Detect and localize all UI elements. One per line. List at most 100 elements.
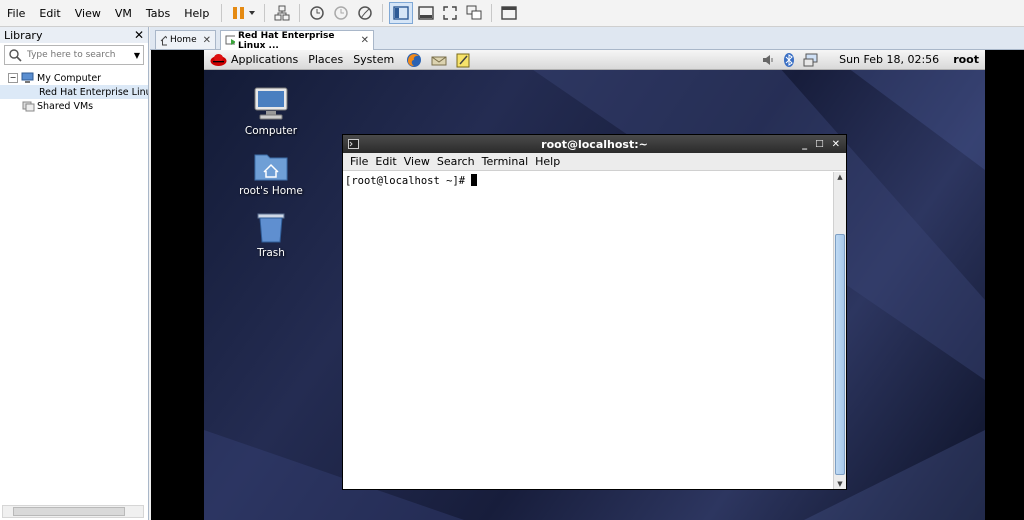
pause-button[interactable] [228,3,258,23]
terminal-title: root@localhost:~ [541,137,648,151]
scroll-up-icon[interactable]: ▲ [834,173,846,181]
home-icon [160,35,168,45]
menu-vm[interactable]: VM [108,7,139,20]
vm-running-icon [225,35,235,45]
toolbar-separator [264,4,266,22]
computer-icon [254,87,288,120]
unity-button[interactable] [463,3,485,23]
menu-view[interactable]: View [68,7,108,20]
revert-icon [334,6,349,20]
tree-item-label: My Computer [37,72,102,84]
tree-item-rhel-vm[interactable]: Red Hat Enterprise Linu [0,85,148,99]
scroll-down-icon[interactable]: ▼ [834,480,846,488]
thumbnail-layout-icon [418,6,434,20]
vm-console[interactable]: Computer root's Home Trash Applications … [151,50,1024,520]
tab-home[interactable]: Home ✕ [155,30,216,49]
pause-icon [233,7,256,19]
send-ctrl-alt-del-button[interactable] [271,3,293,23]
snapshot-button[interactable] [306,3,328,23]
terminal-menu-terminal[interactable]: Terminal [482,155,529,168]
terminal-menu-edit[interactable]: Edit [375,155,396,168]
panel-menu-places[interactable]: Places [308,53,343,66]
tab-bar: Home ✕ Red Hat Enterprise Linux ... ✕ [150,27,1024,51]
redhat-logo-icon[interactable] [210,52,227,67]
fullscreen-icon [443,6,457,20]
terminal-menu-search[interactable]: Search [437,155,475,168]
toolbar-separator [299,4,301,22]
console-view-button[interactable] [498,3,520,23]
terminal-prompt-line[interactable]: [root@localhost ~]# [343,172,833,189]
panel-menu-applications[interactable]: Applications [231,53,298,66]
terminal-window-icon[interactable] [348,139,359,149]
menu-tabs[interactable]: Tabs [139,7,177,20]
tree-item-label: Shared VMs [37,100,94,112]
shared-vms-icon [22,101,35,112]
desktop-icon-home[interactable]: root's Home [226,150,316,197]
menu-help[interactable]: Help [177,7,216,20]
network-status-icon[interactable] [803,52,819,68]
library-search-input[interactable] [25,50,119,60]
panel-menu-system[interactable]: System [353,53,394,66]
snapshot-manager-icon [358,6,373,20]
desktop-icon-trash[interactable]: Trash [226,212,316,259]
terminal-output[interactable]: [root@localhost ~]# [343,172,833,489]
terminal-scrollbar[interactable]: ▲ ▼ [833,172,846,489]
toolbar-separator [221,4,223,22]
home-folder-icon [254,154,288,181]
text-editor-icon[interactable] [455,52,471,68]
close-tab-icon[interactable]: ✕ [197,35,211,46]
terminal-menu-file[interactable]: File [350,155,368,168]
library-tree: − My Computer Red Hat Enterprise Linu Sh… [0,71,148,113]
firefox-icon[interactable] [406,52,422,68]
search-icon [9,49,22,62]
panel-user[interactable]: root [953,53,979,66]
close-icon[interactable]: ✕ [832,139,840,150]
terminal-menubar: File Edit View Search Terminal Help [343,153,846,171]
host-toolbar: File Edit View VM Tabs Help [0,0,1024,27]
tree-item-shared-vms[interactable]: Shared VMs [0,99,148,113]
terminal-menu-help[interactable]: Help [535,155,560,168]
toolbar-separator [491,4,493,22]
sidebar-layout-icon [393,6,409,20]
desktop-icon-label: Computer [244,125,298,137]
unity-icon [466,5,482,20]
tree-item-my-computer[interactable]: − My Computer [0,71,148,85]
search-dropdown-icon[interactable]: ▼ [134,51,140,60]
text-cursor [471,174,478,186]
console-view-icon [501,6,517,20]
menu-edit[interactable]: Edit [32,7,67,20]
menu-file[interactable]: File [0,7,32,20]
terminal-prompt: [root@localhost ~]# [345,175,472,187]
thumbnail-bar-button[interactable] [415,3,437,23]
show-library-button[interactable] [389,2,414,24]
library-title: Library [4,28,43,42]
collapse-icon[interactable]: − [8,73,18,83]
library-close-icon[interactable]: ✕ [134,28,144,42]
maximize-icon[interactable]: □ [815,139,824,149]
toolbar-separator [382,4,384,22]
panel-clock[interactable]: Sun Feb 18, 02:56 [839,53,939,66]
desktop-icon-label: Trash [257,247,285,259]
library-header: Library ✕ [0,27,148,43]
close-tab-icon[interactable]: ✕ [355,35,369,46]
bluetooth-icon[interactable] [783,52,795,68]
terminal-window[interactable]: root@localhost:~ _ □ ✕ File Edit View Se… [342,134,847,490]
full-screen-button[interactable] [439,3,461,23]
volume-icon[interactable] [761,52,775,68]
scrollbar-thumb[interactable] [13,507,125,516]
mail-client-icon[interactable] [431,52,447,68]
revert-snapshot-button[interactable] [330,3,352,23]
snapshot-manager-button[interactable] [354,3,376,23]
terminal-titlebar[interactable]: root@localhost:~ _ □ ✕ [343,135,846,153]
scrollbar-thumb[interactable] [835,234,845,475]
desktop-icon-computer[interactable]: Computer [226,86,316,137]
minimize-icon[interactable]: _ [802,139,807,150]
gnome-top-panel: Applications Places System Sun Feb 18, 0… [204,50,985,70]
host-menu: File Edit View VM Tabs Help [0,0,216,26]
library-panel: Library ✕ ▼ − My Computer Red Hat Enterp… [0,27,149,520]
tree-item-label: Red Hat Enterprise Linu [39,86,148,98]
terminal-menu-view[interactable]: View [404,155,430,168]
tab-rhel-vm[interactable]: Red Hat Enterprise Linux ... ✕ [220,30,374,51]
computer-icon [21,72,34,83]
library-horizontal-scrollbar[interactable] [2,505,144,518]
